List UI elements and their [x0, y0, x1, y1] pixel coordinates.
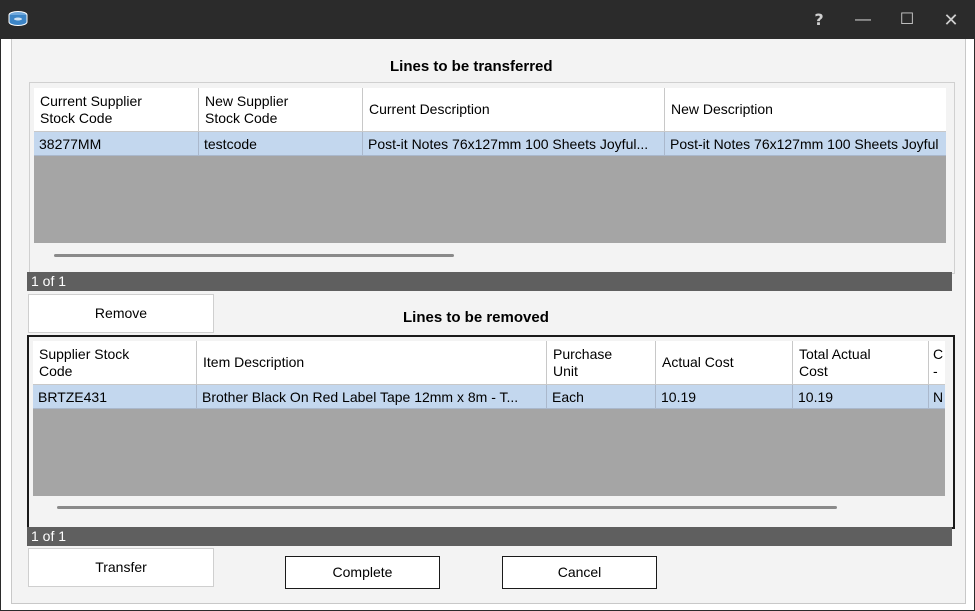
- column-header[interactable]: Current Description: [363, 88, 665, 132]
- close-button[interactable]: ✕: [929, 1, 973, 39]
- table-cell[interactable]: 10.19: [656, 385, 793, 409]
- column-header[interactable]: Current Supplier Stock Code: [34, 88, 199, 132]
- dialog-client-area: Lines to be transferred Current Supplier…: [11, 39, 966, 604]
- removed-title: Lines to be removed: [403, 309, 549, 326]
- database-icon: [7, 10, 29, 28]
- column-header[interactable]: Item Description: [197, 341, 547, 385]
- horizontal-scrollbar[interactable]: [57, 506, 837, 509]
- table-cell[interactable]: testcode: [199, 132, 363, 156]
- table-cell[interactable]: Each: [547, 385, 656, 409]
- transfer-button[interactable]: Transfer: [28, 548, 214, 587]
- removed-grid-body[interactable]: Supplier Stock Code Item Description Pur…: [33, 341, 945, 496]
- table-cell[interactable]: 10.19: [793, 385, 929, 409]
- help-button[interactable]: ?: [797, 1, 841, 39]
- table-cell[interactable]: Post-it Notes 76x127mm 100 Sheets Joyful: [665, 132, 946, 156]
- column-header[interactable]: C -: [929, 341, 945, 385]
- column-header[interactable]: New Supplier Stock Code: [199, 88, 363, 132]
- table-cell[interactable]: N: [929, 385, 945, 409]
- table-cell[interactable]: 38277MM: [34, 132, 199, 156]
- removed-grid: Supplier Stock Code Item Description Pur…: [27, 335, 955, 529]
- transferred-header-row: Current Supplier Stock Code New Supplier…: [34, 88, 946, 132]
- table-row[interactable]: BRTZE431 Brother Black On Red Label Tape…: [33, 385, 945, 409]
- column-header[interactable]: Actual Cost: [656, 341, 793, 385]
- table-cell[interactable]: Brother Black On Red Label Tape 12mm x 8…: [197, 385, 547, 409]
- remove-button[interactable]: Remove: [28, 294, 214, 333]
- table-row[interactable]: 38277MM testcode Post-it Notes 76x127mm …: [34, 132, 946, 156]
- column-header[interactable]: New Description: [665, 88, 946, 132]
- minimize-button[interactable]: —: [841, 1, 885, 39]
- maximize-button[interactable]: ☐: [885, 1, 929, 39]
- column-header[interactable]: Purchase Unit: [547, 341, 656, 385]
- transferred-pager: 1 of 1: [27, 272, 952, 291]
- column-header[interactable]: Total Actual Cost: [793, 341, 929, 385]
- transferred-grid-body[interactable]: Current Supplier Stock Code New Supplier…: [34, 88, 946, 243]
- cancel-button[interactable]: Cancel: [502, 556, 657, 589]
- title-bar[interactable]: ? — ☐ ✕: [1, 1, 974, 39]
- complete-button[interactable]: Complete: [285, 556, 440, 589]
- table-cell[interactable]: Post-it Notes 76x127mm 100 Sheets Joyful…: [363, 132, 665, 156]
- column-header[interactable]: Supplier Stock Code: [33, 341, 197, 385]
- table-cell[interactable]: BRTZE431: [33, 385, 197, 409]
- removed-header-row: Supplier Stock Code Item Description Pur…: [33, 341, 945, 385]
- horizontal-scrollbar[interactable]: [54, 254, 454, 257]
- dialog-window: ? — ☐ ✕ Lines to be transferred Current …: [0, 0, 975, 611]
- removed-pager: 1 of 1: [27, 527, 952, 546]
- transferred-title: Lines to be transferred: [390, 58, 553, 75]
- transferred-grid: Current Supplier Stock Code New Supplier…: [29, 82, 955, 274]
